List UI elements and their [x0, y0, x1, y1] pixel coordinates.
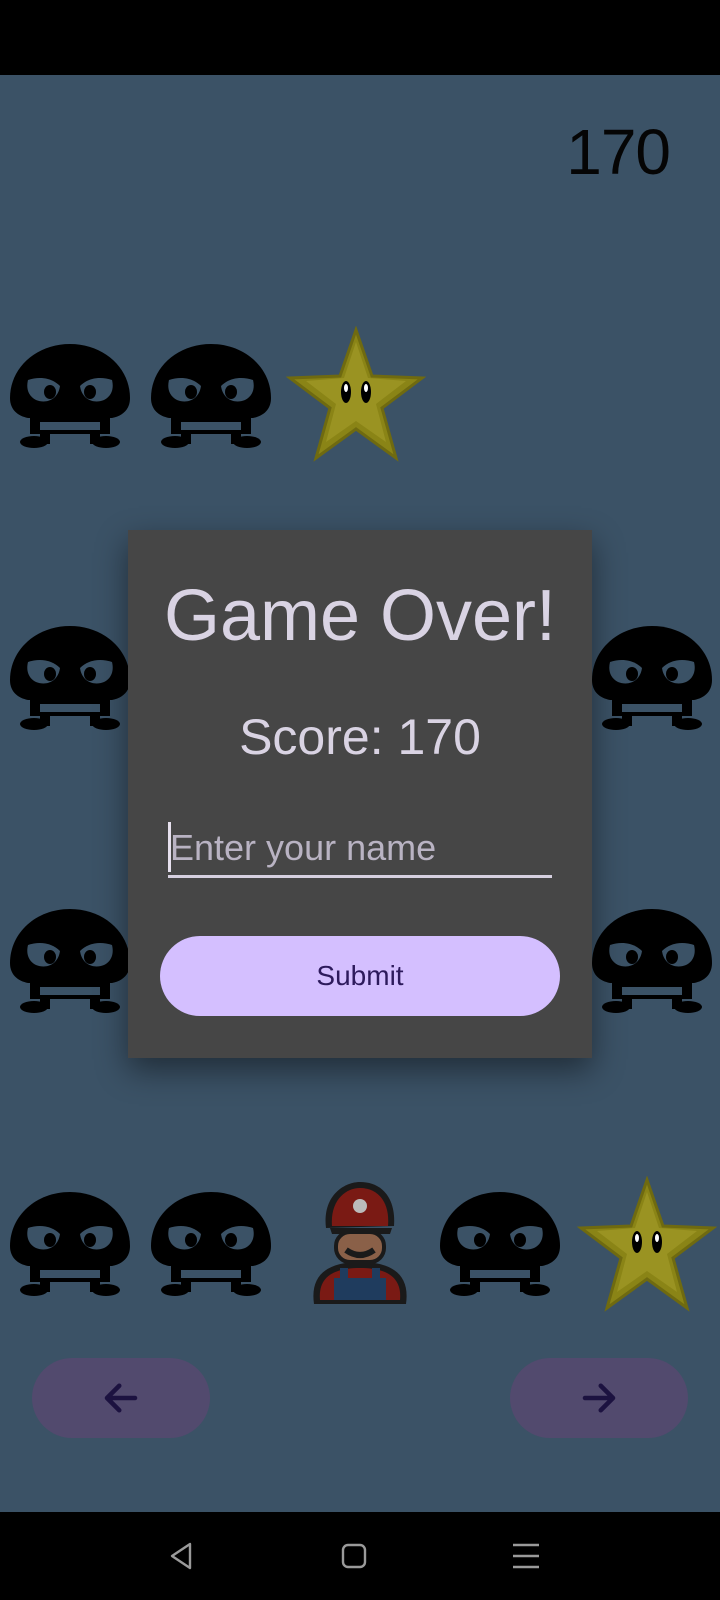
- triangle-back-icon[interactable]: [164, 1538, 200, 1574]
- arrow-left-icon: [104, 1383, 138, 1413]
- menu-lines-icon[interactable]: [508, 1538, 544, 1574]
- goomba-icon: [6, 340, 134, 452]
- goomba-icon: [147, 1188, 275, 1300]
- square-home-icon[interactable]: [336, 1538, 372, 1574]
- status-bar: [0, 0, 720, 75]
- move-right-button[interactable]: [510, 1358, 688, 1438]
- star-icon: [286, 326, 426, 466]
- goomba-icon: [6, 1188, 134, 1300]
- move-left-button[interactable]: [32, 1358, 210, 1438]
- goomba-icon: [6, 622, 134, 734]
- system-navigation-bar: [0, 1512, 720, 1600]
- final-score: Score: 170: [239, 709, 481, 765]
- mario-icon: [304, 1176, 414, 1306]
- arrow-right-icon: [582, 1383, 616, 1413]
- goomba-icon: [6, 905, 134, 1017]
- name-input[interactable]: [168, 820, 552, 878]
- game-over-dialog: Game Over! Score: 170 Submit: [128, 530, 592, 1058]
- goomba-icon: [436, 1188, 564, 1300]
- star-icon: [577, 1176, 717, 1316]
- dialog-title: Game Over!: [163, 576, 557, 656]
- text-cursor: [168, 822, 171, 872]
- goomba-icon: [588, 622, 716, 734]
- goomba-icon: [588, 905, 716, 1017]
- submit-button[interactable]: Submit: [160, 936, 560, 1016]
- score-counter: 170: [566, 116, 671, 188]
- goomba-icon: [147, 340, 275, 452]
